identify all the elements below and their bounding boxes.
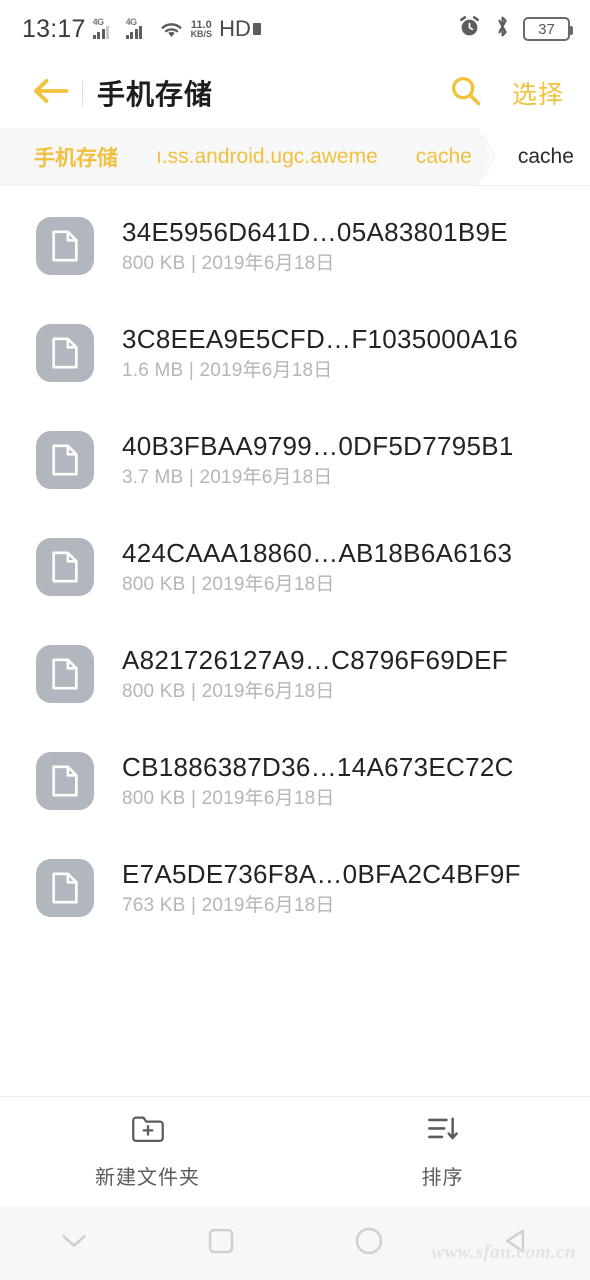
document-file-icon: [36, 751, 94, 810]
file-info: 40B3FBAA9799…0DF5D7795B1 3.7 MB | 2019年6…: [122, 433, 514, 487]
file-name: E7A5DE736F8A…0BFA2C4BF9F: [122, 860, 521, 887]
battery-percent: 37: [538, 20, 555, 38]
alarm-icon: [457, 14, 482, 44]
data-rate-unit: KB/S: [190, 28, 213, 39]
document-file-icon: [36, 858, 94, 917]
breadcrumb-item-0[interactable]: 手机存储: [0, 128, 143, 185]
file-info: 424CAAA18860…AB18B6A6163 800 KB | 2019年6…: [122, 540, 512, 594]
file-name: 3C8EEA9E5CFD…F1035000A16: [122, 325, 518, 352]
status-bar: 13:17 4G 4G 11.0 KB/S HD 37: [0, 0, 590, 58]
file-info: A821726127A9…C8796F69DEF 800 KB | 2019年6…: [122, 647, 508, 701]
home-button[interactable]: [295, 1225, 443, 1262]
file-info: E7A5DE736F8A…0BFA2C4BF9F 763 KB | 2019年6…: [122, 861, 521, 915]
back-button[interactable]: [28, 70, 74, 116]
app-header: 手机存储 选择: [0, 58, 590, 128]
hd-voice-icon: HD: [219, 16, 261, 42]
document-file-icon: [36, 323, 94, 382]
breadcrumb-label-2: cache: [415, 144, 472, 168]
search-button[interactable]: [442, 69, 490, 117]
signal-4g-icon: 4G: [92, 17, 119, 40]
hd-badge: [252, 23, 261, 35]
recents-square-icon: [206, 1226, 236, 1261]
recents-button[interactable]: [148, 1226, 296, 1261]
data-rate-indicator: 11.0 KB/S: [190, 19, 213, 39]
hide-navbar-button[interactable]: [0, 1231, 148, 1256]
file-list-item[interactable]: 40B3FBAA9799…0DF5D7795B1 3.7 MB | 2019年6…: [0, 406, 590, 513]
document-file-icon: [36, 430, 94, 489]
back-nav-button[interactable]: [443, 1226, 590, 1261]
chevron-down-icon: [59, 1231, 89, 1256]
folder-plus-icon: [131, 1114, 165, 1149]
file-list-item[interactable]: E7A5DE736F8A…0BFA2C4BF9F 763 KB | 2019年6…: [0, 834, 590, 941]
file-name: CB1886387D36…14A673EC72C: [122, 753, 514, 780]
file-list-item[interactable]: 34E5956D641D…05A83801B9E 800 KB | 2019年6…: [0, 192, 590, 299]
home-circle-icon: [353, 1225, 385, 1262]
breadcrumb-item-3-current[interactable]: cache: [491, 128, 590, 185]
file-name: 34E5956D641D…05A83801B9E: [122, 218, 508, 245]
search-icon: [449, 74, 483, 113]
breadcrumb-item-1[interactable]: ı.ss.android.ugc.aweme: [138, 128, 402, 185]
file-subtitle: 800 KB | 2019年6月18日: [122, 573, 335, 595]
select-button[interactable]: 选择: [512, 75, 564, 111]
document-file-icon: [36, 644, 94, 703]
file-info: 34E5956D641D…05A83801B9E 800 KB | 2019年6…: [122, 219, 508, 273]
breadcrumb-item-2[interactable]: cache: [398, 128, 497, 185]
hd-label: HD: [219, 16, 251, 41]
file-list-item[interactable]: 424CAAA18860…AB18B6A6163 800 KB | 2019年6…: [0, 513, 590, 620]
file-subtitle: 800 KB | 2019年6月18日: [122, 680, 335, 702]
signal-4g-icon-2: 4G: [125, 17, 152, 40]
sort-descending-icon: [426, 1114, 460, 1149]
status-bar-right: 37: [457, 14, 573, 44]
header-divider: [82, 80, 83, 106]
breadcrumb-label-3: cache: [517, 144, 574, 168]
file-subtitle: 3.7 MB | 2019年6月18日: [122, 466, 333, 488]
back-arrow-icon: [32, 76, 70, 111]
back-triangle-icon: [501, 1226, 531, 1261]
document-file-icon: [36, 537, 94, 596]
battery-icon: 37: [523, 17, 573, 41]
file-list[interactable]: 34E5956D641D…05A83801B9E 800 KB | 2019年6…: [0, 186, 590, 1096]
sort-label: 排序: [421, 1166, 464, 1189]
file-subtitle: 763 KB | 2019年6月18日: [122, 894, 335, 916]
file-info: CB1886387D36…14A673EC72C 800 KB | 2019年6…: [122, 754, 514, 808]
file-name: 40B3FBAA9799…0DF5D7795B1: [122, 432, 514, 459]
file-subtitle: 800 KB | 2019年6月18日: [122, 787, 335, 809]
bluetooth-icon: [494, 14, 511, 44]
new-folder-label: 新建文件夹: [95, 1166, 200, 1189]
phone-screen: 13:17 4G 4G 11.0 KB/S HD 37 手机存储 选择 手机存储…: [0, 0, 590, 1280]
signal-bars: [92, 26, 110, 39]
status-time: 13:17: [22, 14, 86, 43]
breadcrumb: 手机存储 ı.ss.android.ugc.aweme cache cache: [0, 128, 590, 186]
status-bar-left: 13:17 4G 4G 11.0 KB/S HD: [22, 15, 261, 44]
file-subtitle: 1.6 MB | 2019年6月18日: [122, 359, 333, 381]
file-list-item[interactable]: A821726127A9…C8796F69DEF 800 KB | 2019年6…: [0, 620, 590, 727]
file-list-item[interactable]: CB1886387D36…14A673EC72C 800 KB | 2019年6…: [0, 727, 590, 834]
file-name: 424CAAA18860…AB18B6A6163: [122, 539, 513, 566]
document-file-icon: [36, 216, 94, 275]
file-info: 3C8EEA9E5CFD…F1035000A16 1.6 MB | 2019年6…: [122, 326, 518, 380]
file-list-item[interactable]: 3C8EEA9E5CFD…F1035000A16 1.6 MB | 2019年6…: [0, 299, 590, 406]
signal-bars-2: [125, 26, 143, 39]
breadcrumb-label-0: 手机存储: [34, 146, 118, 170]
system-nav-bar: www.sfan.com.cn: [0, 1206, 590, 1280]
file-name: A821726127A9…C8796F69DEF: [122, 646, 508, 673]
sort-button[interactable]: 排序: [295, 1114, 590, 1190]
bottom-toolbar: 新建文件夹 排序: [0, 1096, 590, 1206]
new-folder-button[interactable]: 新建文件夹: [0, 1114, 295, 1190]
breadcrumb-label-1: ı.ss.android.ugc.aweme: [156, 144, 378, 168]
file-subtitle: 800 KB | 2019年6月18日: [122, 252, 335, 274]
page-title: 手机存储: [97, 79, 214, 110]
wifi-icon: [159, 19, 184, 39]
